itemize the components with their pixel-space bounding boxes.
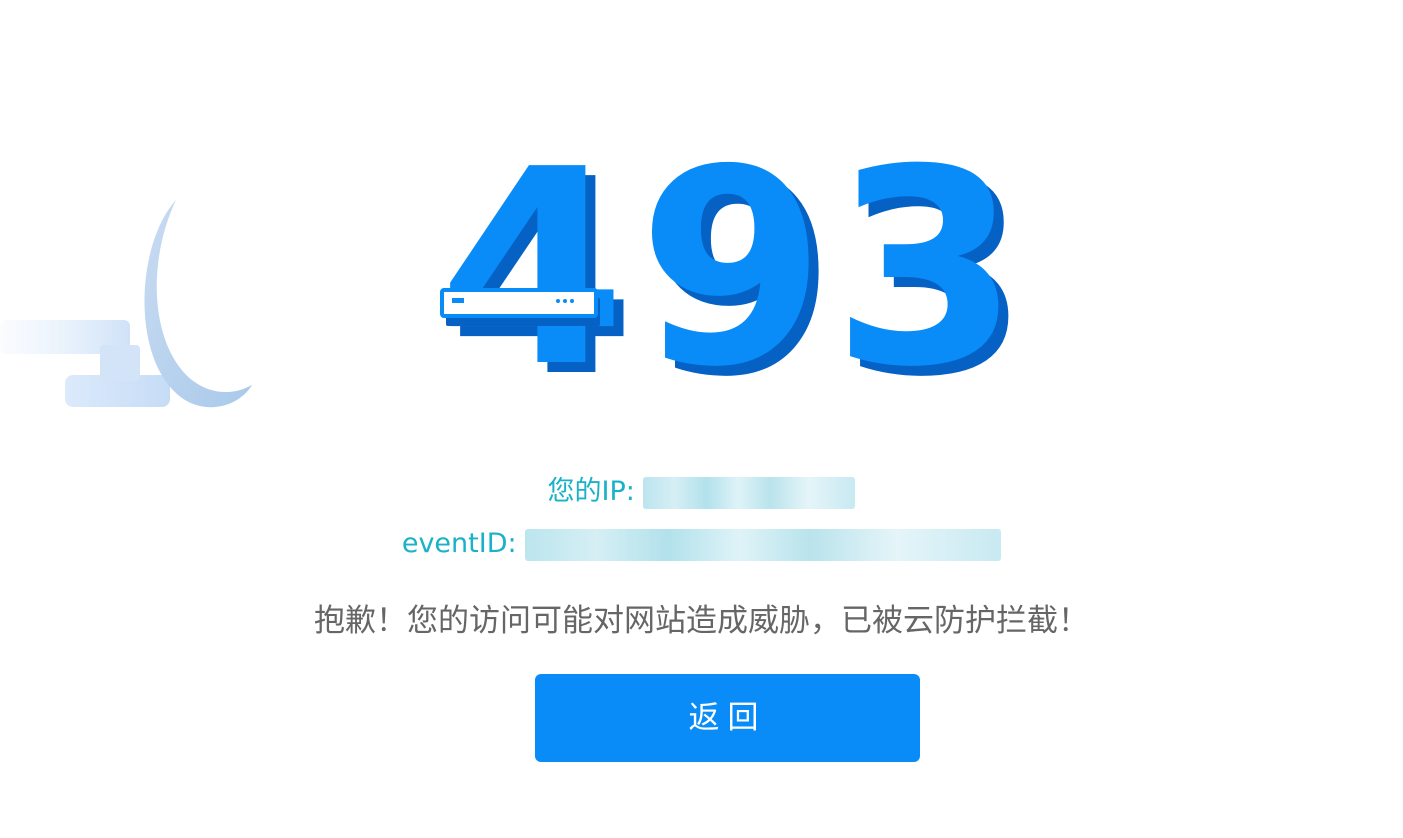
ip-value-redacted	[643, 476, 856, 509]
error-code-graphic: 4 9 3 4 9 3	[438, 150, 1010, 380]
server-icon	[440, 288, 600, 326]
error-code: 4 9 3 4 9 3	[430, 150, 1010, 380]
ip-info: 您的IP:	[0, 474, 1403, 510]
error-page: 4 9 3 4 9 3 您的IP: eventID: 抱歉！您的访问可能对网站造…	[0, 0, 1403, 838]
error-code-digit-3: 3	[832, 150, 1010, 380]
event-id-label: eventID:	[401, 528, 517, 559]
error-code-digit-1: 4	[438, 150, 626, 380]
broom-sweep-icon	[0, 200, 252, 408]
ip-label: 您的IP:	[547, 476, 635, 507]
event-id-value-redacted	[525, 528, 1002, 561]
event-info: eventID:	[0, 526, 1403, 562]
block-message: 抱歉！您的访问可能对网站造成威胁，已被云防护拦截！	[314, 603, 1089, 639]
back-button[interactable]: 返回	[535, 674, 920, 762]
error-code-digit-2: 9	[638, 150, 826, 380]
